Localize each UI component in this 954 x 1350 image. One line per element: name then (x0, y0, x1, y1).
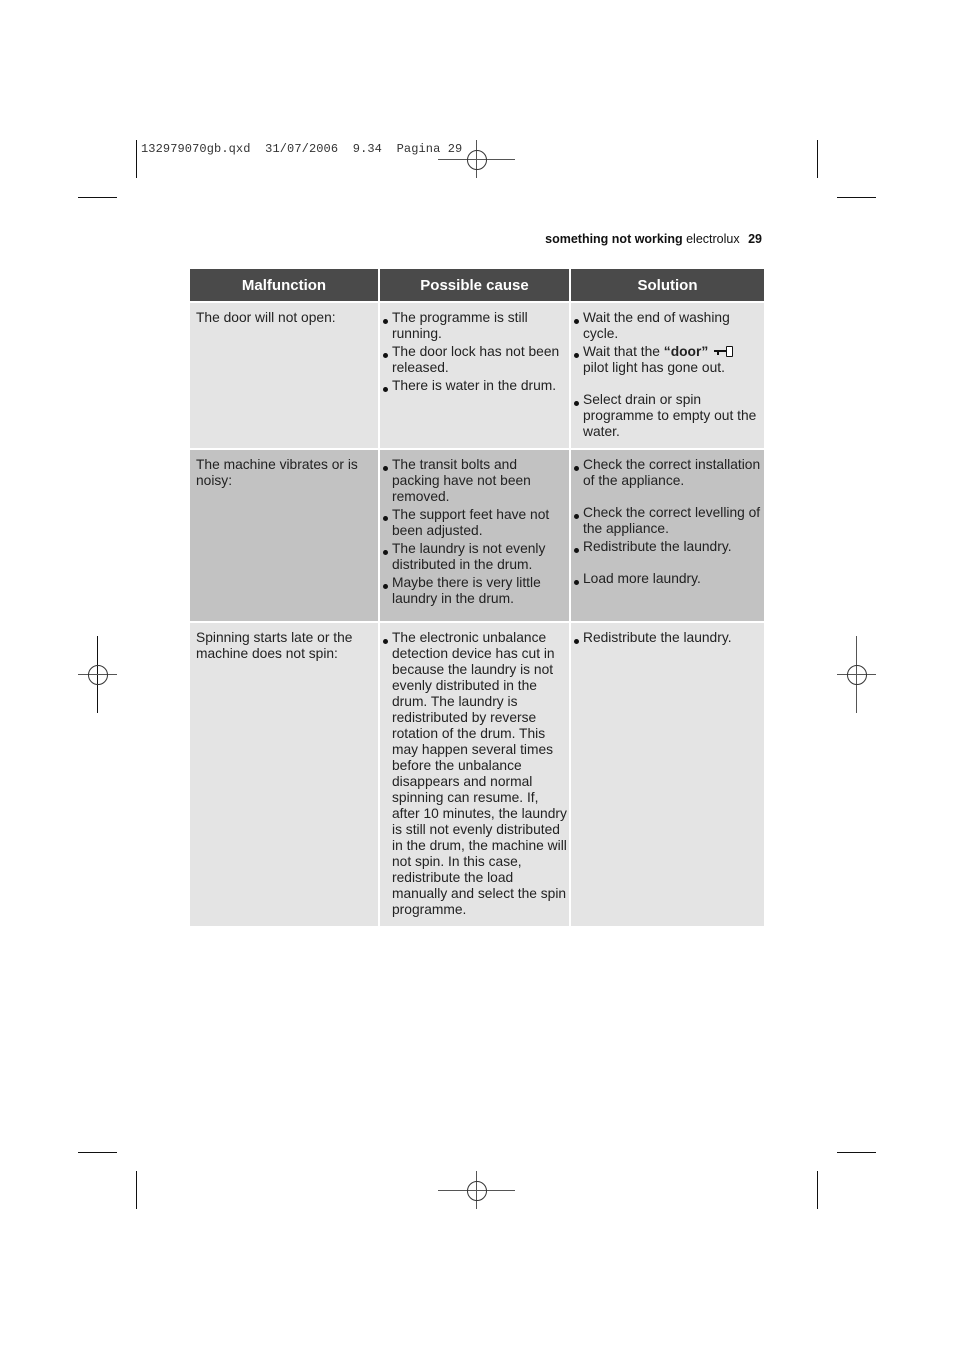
slug-page-number: 29 (447, 142, 463, 156)
cause-cell: The programme is still running. The door… (380, 301, 571, 448)
crop-mark-bottom-left-v (136, 1171, 137, 1209)
crop-mark-top-right-h (837, 197, 876, 198)
key-icon (712, 345, 736, 357)
malfunction-cell: The machine vibrates or is noisy: (190, 448, 380, 621)
section-title: something not working (545, 232, 683, 246)
crop-mark-top-left-h (78, 197, 117, 198)
solution-text-cont: pilot light has gone out. (583, 360, 725, 375)
header-malfunction: Malfunction (190, 269, 380, 301)
troubleshooting-table: Malfunction Possible cause Solution The … (190, 269, 764, 926)
solution-text: Wait that the (583, 344, 660, 359)
cause-cell: The electronic unbalance detection devic… (380, 621, 571, 926)
table-row: The machine vibrates or is noisy: The tr… (190, 448, 764, 621)
cause-item: The programme is still running. (382, 310, 567, 342)
door-label: “door” (663, 344, 709, 359)
running-head: something not working electrolux 29 (545, 232, 762, 246)
cause-item: The laundry is not evenly distributed in… (382, 541, 567, 573)
solution-item: Check the correct levelling of the appli… (573, 505, 762, 537)
brand-name: electrolux (686, 232, 740, 246)
solution-item: Wait that the “door” pilot light has gone… (573, 344, 762, 376)
slug-page-label: Pagina (396, 142, 441, 156)
cause-item: The transit bolts and packing have not b… (382, 457, 567, 505)
cause-cell: The transit bolts and packing have not b… (380, 448, 571, 621)
crop-mark-bottom-right-v (817, 1171, 818, 1209)
solution-item: Load more laundry. (573, 571, 762, 587)
table-row: The door will not open: The programme is… (190, 301, 764, 448)
cause-item: There is water in the drum. (382, 378, 567, 394)
page-number: 29 (748, 232, 762, 246)
table-row: Spinning starts late or the machine does… (190, 621, 764, 926)
malfunction-cell: Spinning starts late or the machine does… (190, 621, 380, 926)
slug-date: 31/07/2006 (265, 142, 339, 156)
crop-mark-top-right-v (817, 140, 818, 178)
solution-cell: Check the correct installation of the ap… (571, 448, 764, 621)
solution-item: Check the correct installation of the ap… (573, 457, 762, 489)
slug-time: 9.34 (352, 142, 382, 156)
malfunction-cell: The door will not open: (190, 301, 380, 448)
solution-item: Wait the end of washing cycle. (573, 310, 762, 342)
table-header-row: Malfunction Possible cause Solution (190, 269, 764, 301)
header-solution: Solution (571, 269, 764, 301)
print-slug: 132979070gb.qxd 31/07/2006 9.34 Pagina 2… (141, 142, 462, 156)
cause-item: The door lock has not been released. (382, 344, 567, 376)
slug-file: 132979070gb.qxd (141, 142, 251, 156)
crop-mark-bottom-left-h (78, 1152, 117, 1153)
header-possible-cause: Possible cause (380, 269, 571, 301)
cause-item: Maybe there is very little laundry in th… (382, 575, 567, 607)
solution-item: Redistribute the laundry. (573, 630, 762, 646)
solution-item: Select drain or spin programme to empty … (573, 392, 762, 440)
cause-item: The support feet have not been adjusted. (382, 507, 567, 539)
solution-item: Redistribute the laundry. (573, 539, 762, 555)
crop-mark-top-left-v (136, 140, 137, 178)
solution-cell: Wait the end of washing cycle. Wait that… (571, 301, 764, 448)
cause-item: The electronic unbalance detection devic… (382, 630, 567, 918)
crop-mark-bottom-right-h (837, 1152, 876, 1153)
solution-cell: Redistribute the laundry. (571, 621, 764, 926)
